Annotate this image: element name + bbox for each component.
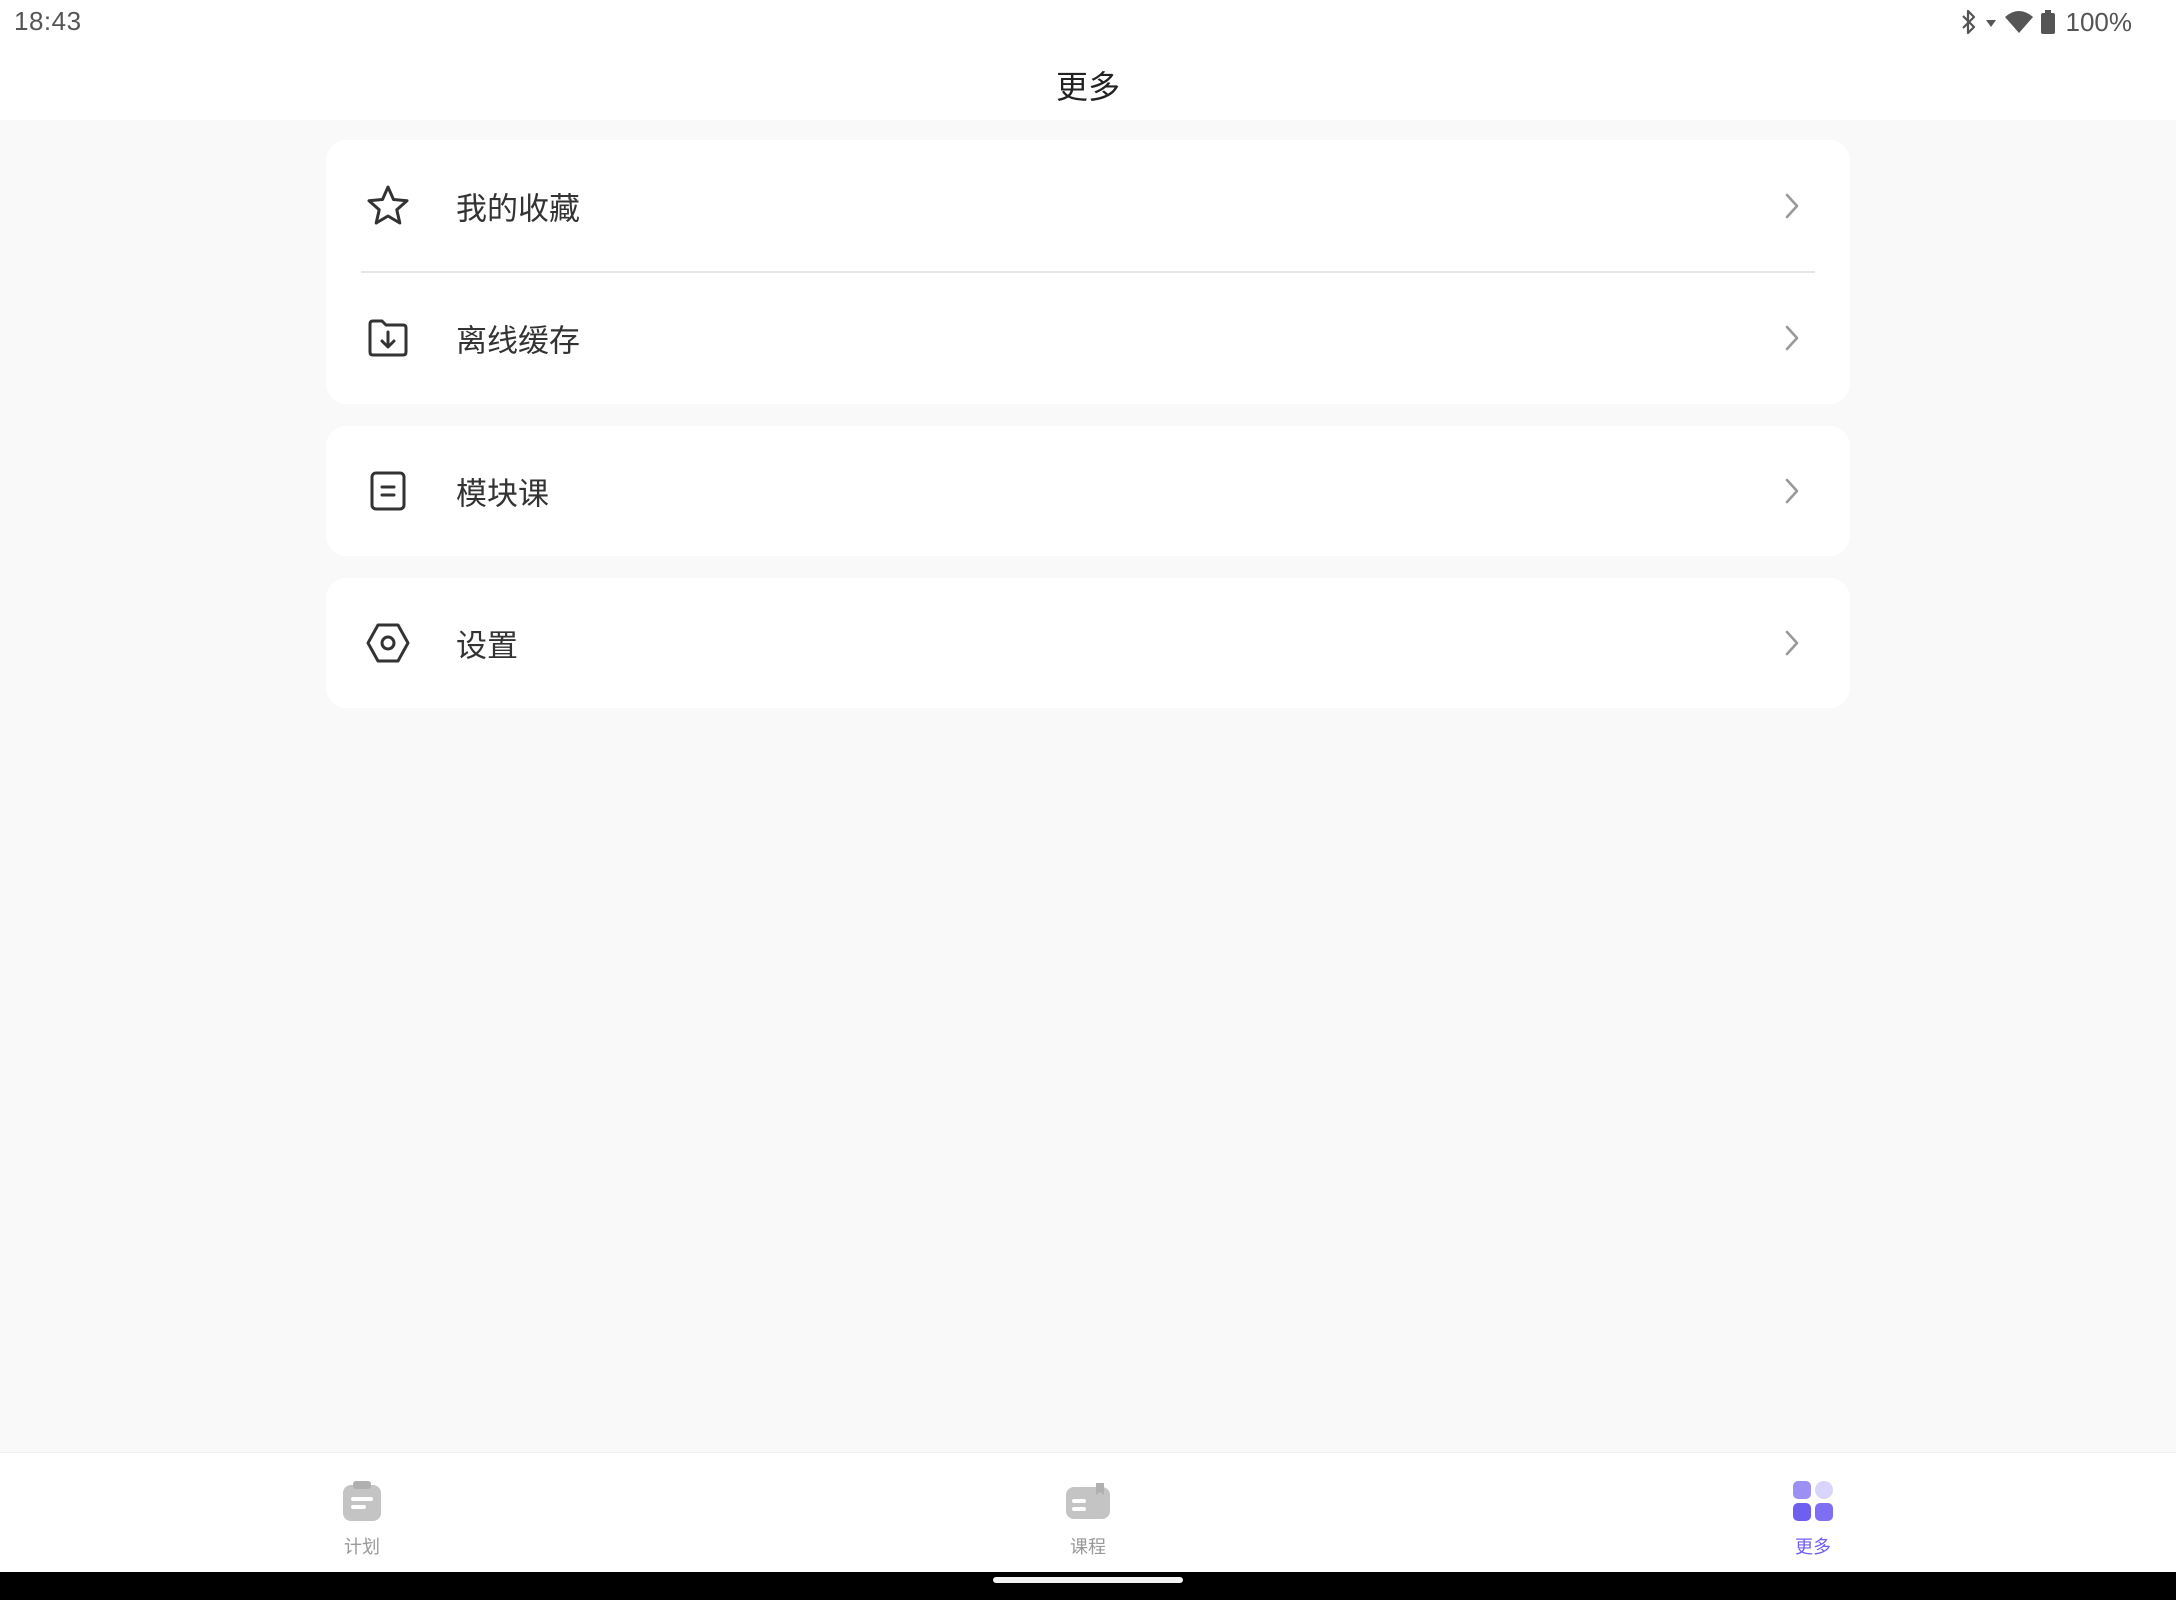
clipboard-icon bbox=[343, 1481, 381, 1521]
tab-plan[interactable]: 计划 bbox=[262, 1453, 462, 1573]
battery-percentage: 100% bbox=[2065, 6, 2133, 37]
tab-label: 计划 bbox=[344, 1537, 380, 1558]
menu-item-modules[interactable]: 模块课 bbox=[326, 426, 1850, 556]
page-header: 更多 bbox=[0, 44, 2176, 120]
bottom-tab-bar: 计划 课程 更多 bbox=[0, 1452, 2176, 1573]
menu-item-offline-cache[interactable]: 离线缓存 bbox=[326, 272, 1850, 404]
chevron-right-icon bbox=[1785, 478, 1799, 504]
menu-card-primary: 我的收藏 离线缓存 bbox=[326, 140, 1850, 404]
menu-item-favorites[interactable]: 我的收藏 bbox=[326, 140, 1850, 272]
menu-card-modules: 模块课 bbox=[326, 426, 1850, 556]
chevron-right-icon bbox=[1785, 193, 1799, 219]
hexagon-gear-icon bbox=[366, 623, 410, 663]
tab-label: 课程 bbox=[1070, 1537, 1106, 1558]
menu-item-label: 离线缓存 bbox=[456, 323, 580, 360]
system-nav-bar bbox=[0, 1572, 2176, 1600]
menu-item-settings[interactable]: 设置 bbox=[326, 578, 1850, 708]
chevron-right-icon bbox=[1785, 630, 1799, 656]
menu-card-settings: 设置 bbox=[326, 578, 1850, 708]
star-icon bbox=[367, 185, 409, 225]
folder-download-icon bbox=[368, 319, 408, 357]
more-page: 18:43 100% 更多 我的收藏 离线缓存 模块课 设置 计划 课程 更多 bbox=[0, 0, 2176, 1600]
menu-item-label: 我的收藏 bbox=[456, 191, 580, 228]
battery-icon bbox=[2040, 10, 2055, 34]
tab-courses[interactable]: 课程 bbox=[988, 1453, 1188, 1573]
page-title: 更多 bbox=[1055, 68, 1120, 106]
wifi-icon bbox=[2004, 11, 2033, 33]
tab-label: 更多 bbox=[1795, 1537, 1831, 1558]
status-time: 18:43 bbox=[14, 6, 82, 36]
menu-item-label: 模块课 bbox=[456, 476, 549, 513]
bluetooth-icon bbox=[1961, 9, 1975, 35]
grid-icon bbox=[1793, 1481, 1833, 1521]
menu-item-label: 设置 bbox=[456, 628, 518, 665]
status-bar: 18:43 100% bbox=[0, 0, 2176, 44]
tab-more[interactable]: 更多 bbox=[1713, 1453, 1913, 1573]
document-icon bbox=[370, 471, 406, 511]
home-indicator[interactable] bbox=[993, 1577, 1183, 1583]
chevron-right-icon bbox=[1785, 325, 1799, 351]
status-icons: 100% bbox=[1960, 6, 2133, 38]
book-icon bbox=[1066, 1483, 1110, 1519]
signal-arrow-icon bbox=[1985, 20, 1996, 27]
